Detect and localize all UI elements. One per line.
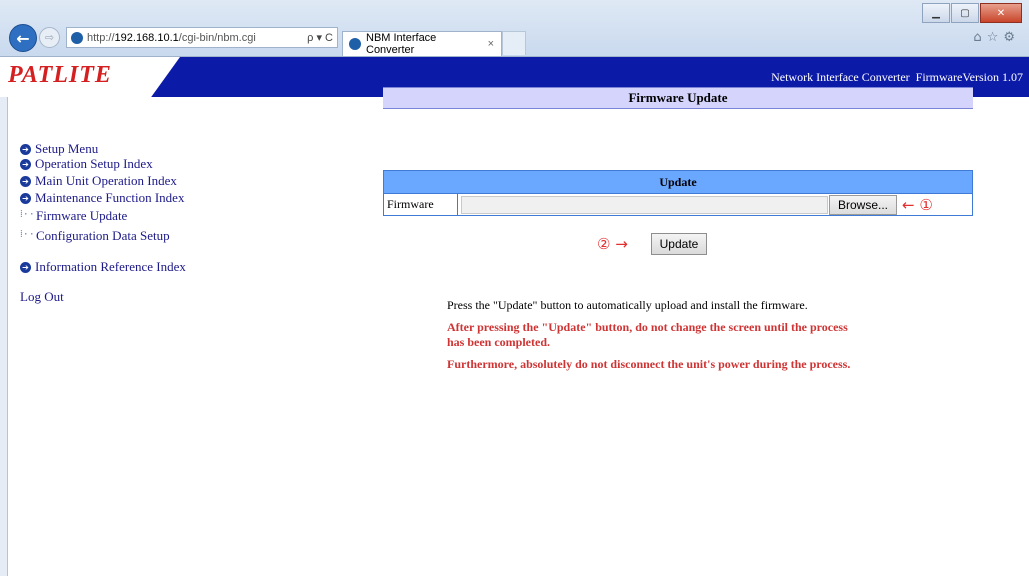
sidebar-item-firmware-update[interactable]: ⁞·· Firmware Update [20, 208, 127, 224]
star-icon[interactable]: ☆ [987, 30, 1004, 45]
home-icon[interactable]: ⌂ [973, 30, 986, 45]
update-button[interactable]: Update [651, 233, 707, 255]
logo-text: PATLITE [8, 62, 112, 88]
sidebar-item-label: Configuration Data Setup [36, 228, 170, 243]
tree-branch-icon: ⁞·· [20, 229, 35, 240]
gear-icon[interactable]: ⚙ [1003, 30, 1020, 45]
arrow-left-icon: ← [16, 28, 30, 48]
circle-arrow-icon: ➔ [20, 175, 31, 187]
circle-arrow-icon: ➔ [20, 143, 31, 155]
sidebar-item-info-ref[interactable]: ➔ Information Reference Index [20, 259, 186, 275]
firmware-cell: Browse... [457, 193, 973, 216]
sidebar-item-label: Main Unit Operation Index [35, 173, 177, 188]
minimize-button[interactable]: ▁ [922, 3, 950, 23]
instruction-text: Press the "Update" button to automatical… [447, 298, 808, 312]
tab-close-icon[interactable]: × [488, 38, 494, 50]
browser-tab[interactable]: NBM Interface Converter × [342, 31, 502, 56]
sidebar-item-label: Information Reference Index [35, 259, 186, 274]
sidebar-item-operation-setup[interactable]: ➔ Operation Setup Index [20, 156, 153, 172]
callout-marker-2: ② → [597, 235, 628, 253]
sidebar-item-label: Operation Setup Index [35, 156, 153, 171]
browser-toolbar-icons: ⌂☆⚙ [973, 30, 1020, 45]
instructions: Press the "Update" button to automatical… [447, 298, 867, 379]
firmware-file-input[interactable] [461, 195, 828, 214]
browse-button[interactable]: Browse... [829, 194, 897, 215]
warning-text-1: After pressing the "Update" button, do n… [447, 320, 848, 349]
firmware-row: Firmware Browse... [383, 193, 973, 216]
arrow-right-icon: ⇨ [44, 31, 55, 44]
table-header: Update [383, 170, 973, 194]
forward-button[interactable]: ⇨ [39, 27, 60, 48]
sidebar-item-config-data[interactable]: ⁞·· Configuration Data Setup [20, 228, 170, 244]
sidebar-item-maintenance[interactable]: ➔ Maintenance Function Index [20, 190, 184, 206]
window-controls: ▁ ▢ ✕ [921, 3, 1022, 23]
left-frame [0, 97, 8, 576]
update-table: Update Firmware Browse... [383, 170, 973, 216]
tab-title: NBM Interface Converter [366, 32, 437, 56]
circle-arrow-icon: ➔ [20, 261, 31, 273]
sidebar-item-label: Setup Menu [35, 141, 99, 156]
address-bar[interactable]: http://192.168.10.1/cgi-bin/nbm.cgi ρ ▾ … [66, 27, 338, 48]
page-title: Firmware Update [383, 87, 973, 109]
circle-arrow-icon: ➔ [20, 192, 31, 204]
new-tab-button[interactable] [502, 31, 526, 55]
sidebar-item-label: Maintenance Function Index [35, 190, 185, 205]
circle-arrow-icon: ➔ [20, 158, 31, 170]
header-info: Network Interface Converter FirmwareVers… [771, 70, 1023, 84]
firmware-label: Firmware [383, 193, 458, 216]
logout-label: Log Out [20, 289, 64, 304]
site-icon [71, 31, 83, 44]
sidebar-item-main-unit[interactable]: ➔ Main Unit Operation Index [20, 173, 177, 189]
maximize-button[interactable]: ▢ [951, 3, 979, 23]
sidebar-item-label: Firmware Update [36, 208, 128, 223]
url-text: http://192.168.10.1/cgi-bin/nbm.cgi [87, 31, 256, 44]
address-tools[interactable]: ρ ▾ C [281, 31, 337, 44]
site-icon [349, 38, 361, 50]
back-button[interactable]: ← [9, 24, 37, 52]
tree-branch-icon: ⁞·· [20, 209, 35, 220]
logout-link[interactable]: Log Out [20, 289, 64, 305]
browser-chrome: ← ⇨ http://192.168.10.1/cgi-bin/nbm.cgi … [0, 0, 1029, 57]
warning-text-2: Furthermore, absolutely do not disconnec… [447, 357, 851, 371]
sidebar-item-setup-menu[interactable]: ➔ Setup Menu [20, 141, 98, 157]
callout-marker-1: ← ① [902, 196, 933, 214]
patlite-logo: PATLITE [0, 57, 180, 97]
close-button[interactable]: ✕ [980, 3, 1022, 23]
